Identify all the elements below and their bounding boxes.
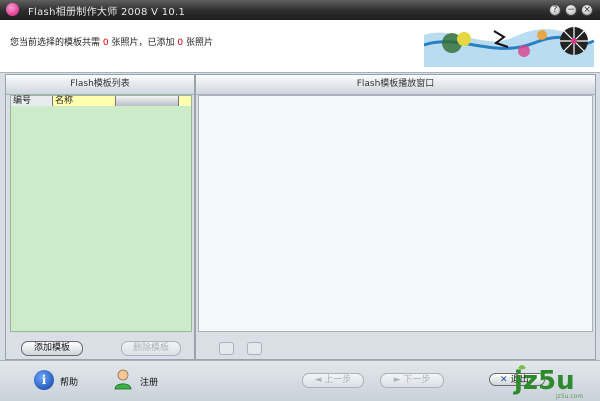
count-prefix: 您当前选择的模板共需 bbox=[10, 38, 101, 48]
added-count: 0 bbox=[177, 38, 184, 48]
template-list-title: Flash模板列表 bbox=[6, 75, 194, 95]
header-banner-image bbox=[424, 21, 594, 67]
app-window: Flash相册制作大师 2008 V 10.1 ? − × 您当前选择的模板共需… bbox=[0, 0, 600, 401]
stop-icon[interactable] bbox=[247, 342, 262, 355]
watermark-text: jz5u bbox=[513, 366, 575, 396]
column-header-name[interactable]: 名称 bbox=[53, 96, 116, 106]
delete-template-button[interactable]: 删除模板 bbox=[121, 341, 181, 356]
help-icon[interactable]: i bbox=[34, 370, 54, 390]
count-mid: 张照片，已添加 bbox=[111, 38, 175, 48]
watermark-subtext: jz5u.com bbox=[555, 393, 583, 400]
user-register-icon[interactable] bbox=[112, 368, 134, 390]
template-list[interactable]: 编号 名称 bbox=[10, 95, 192, 332]
help-link[interactable]: 帮助 bbox=[60, 375, 78, 388]
window-title: Flash相册制作大师 2008 V 10.1 bbox=[28, 7, 186, 18]
flash-player-area[interactable] bbox=[198, 95, 593, 332]
prev-step-label: 上一步 bbox=[324, 375, 352, 385]
next-arrow-icon: ► bbox=[393, 375, 404, 385]
photo-count-status: 您当前选择的模板共需 0 张照片，已添加 0 张照片 bbox=[10, 35, 213, 48]
count-suffix: 张照片 bbox=[186, 38, 214, 48]
next-step-button[interactable]: ► 下一步 bbox=[380, 373, 444, 388]
add-template-button[interactable]: 添加模板 bbox=[21, 341, 83, 356]
player-title: Flash模板播放窗口 bbox=[196, 75, 595, 95]
column-header-end[interactable] bbox=[179, 96, 191, 106]
minimize-button[interactable]: − bbox=[565, 4, 577, 16]
prev-arrow-icon: ◄ bbox=[314, 375, 325, 385]
prev-step-button[interactable]: ◄ 上一步 bbox=[302, 373, 364, 388]
jz5u-watermark-logo: jz5u jz5u.com bbox=[513, 365, 583, 400]
required-count: 0 bbox=[102, 38, 109, 48]
play-icon[interactable] bbox=[219, 342, 234, 355]
app-logo-icon bbox=[6, 3, 19, 16]
column-header-number[interactable]: 编号 bbox=[11, 96, 53, 106]
register-link[interactable]: 注册 bbox=[140, 375, 158, 388]
close-button[interactable]: × bbox=[581, 4, 593, 16]
column-header-extra[interactable] bbox=[116, 96, 179, 106]
title-bar[interactable]: Flash相册制作大师 2008 V 10.1 ? − × bbox=[0, 0, 600, 20]
help-window-button[interactable]: ? bbox=[549, 4, 561, 16]
next-step-label: 下一步 bbox=[403, 375, 431, 385]
